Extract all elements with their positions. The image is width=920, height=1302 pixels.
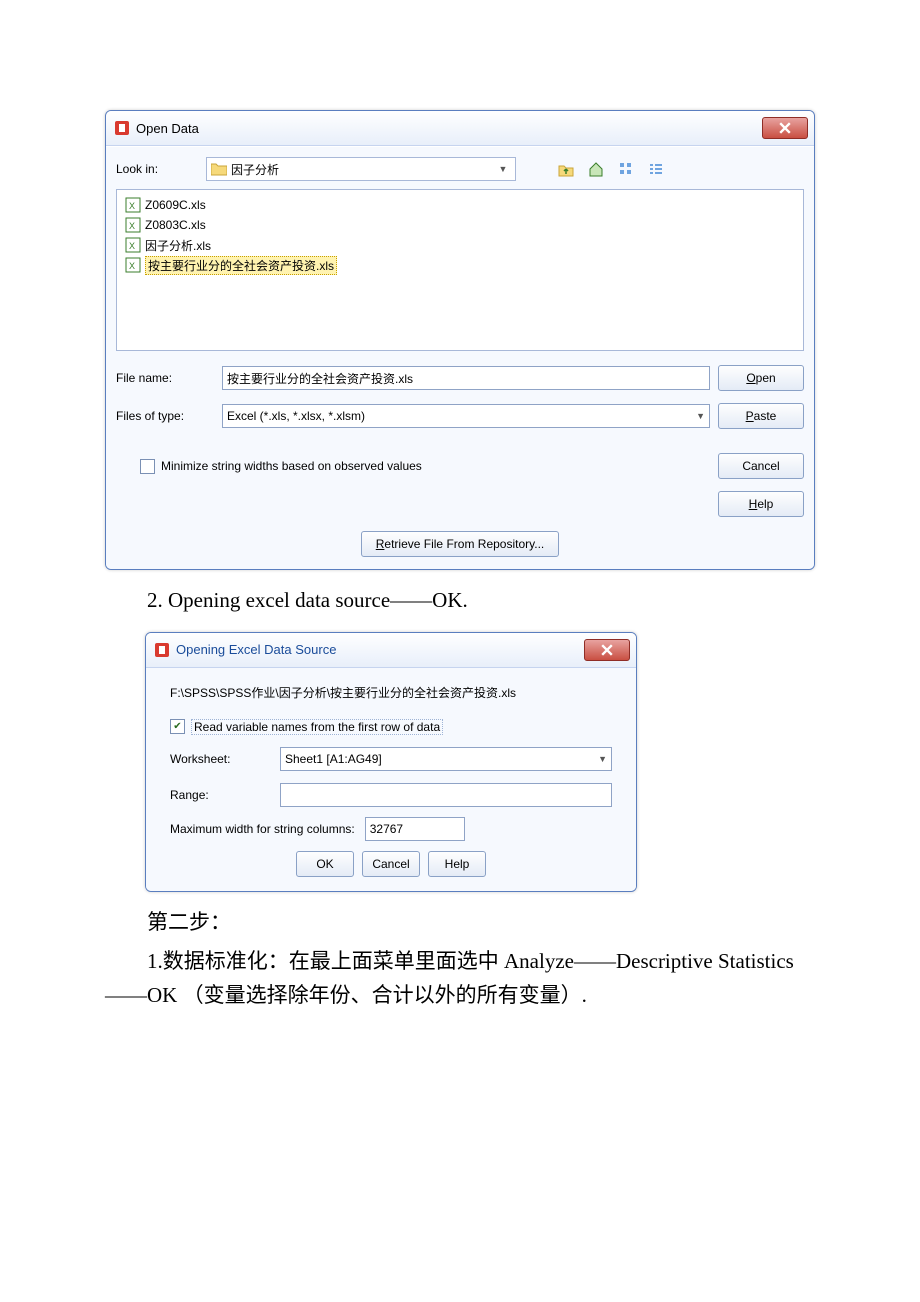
home-icon[interactable]	[584, 157, 608, 181]
file-name-input[interactable]: 按主要行业分的全社会资产投资.xls	[222, 366, 710, 390]
file-name: 因子分析.xls	[145, 237, 211, 254]
svg-text:X: X	[129, 201, 135, 211]
xls-icon: X	[125, 197, 141, 213]
retrieve-button[interactable]: Retrieve File From Repository...	[361, 531, 560, 557]
file-row[interactable]: X Z0609C.xls	[125, 196, 795, 214]
help-button[interactable]: Help	[428, 851, 486, 877]
minimize-checkbox[interactable]	[140, 459, 155, 474]
title-bar: Open Data	[106, 111, 814, 146]
help-button[interactable]: Help	[718, 491, 804, 517]
file-name-value: 按主要行业分的全社会资产投资.xls	[227, 370, 413, 387]
xls-icon: X	[125, 257, 141, 273]
close-button[interactable]	[584, 639, 630, 661]
excel-source-dialog: Opening Excel Data Source F:\SPSS\SPSS作业…	[145, 632, 637, 892]
range-input[interactable]	[280, 783, 612, 807]
file-name-label: File name:	[116, 371, 214, 385]
xls-icon: X	[125, 217, 141, 233]
view-list-icon[interactable]	[644, 157, 668, 181]
file-name: Z0609C.xls	[145, 198, 206, 212]
file-row[interactable]: X Z0803C.xls	[125, 216, 795, 234]
file-type-label: Files of type:	[116, 409, 214, 423]
app-icon	[154, 642, 170, 658]
worksheet-combo[interactable]: Sheet1 [A1:AG49] ▼	[280, 747, 612, 771]
paste-button[interactable]: Paste	[718, 403, 804, 429]
look-in-value: 因子分析	[231, 161, 495, 178]
cancel-button[interactable]: Cancel	[362, 851, 420, 877]
title-bar: Opening Excel Data Source	[146, 633, 636, 668]
worksheet-label: Worksheet:	[170, 752, 280, 766]
app-icon	[114, 120, 130, 136]
file-toolbar	[554, 157, 668, 181]
file-row[interactable]: X 因子分析.xls	[125, 236, 795, 254]
close-button[interactable]	[762, 117, 808, 139]
open-button[interactable]: Open	[718, 365, 804, 391]
open-data-dialog: Open Data Look in: 因子分析 ▼	[105, 110, 815, 570]
svg-text:X: X	[129, 261, 135, 271]
chevron-down-icon: ▼	[589, 754, 607, 764]
file-type-combo[interactable]: Excel (*.xls, *.xlsx, *.xlsm) ▼	[222, 404, 710, 428]
ok-button[interactable]: OK	[296, 851, 354, 877]
file-path: F:\SPSS\SPSS作业\因子分析\按主要行业分的全社会资产投资.xls	[170, 684, 612, 701]
look-in-combo[interactable]: 因子分析 ▼	[206, 157, 516, 181]
file-name: 按主要行业分的全社会资产投资.xls	[145, 256, 337, 275]
chevron-down-icon: ▼	[687, 411, 705, 421]
minimize-label: Minimize string widths based on observed…	[161, 459, 422, 473]
dialog-body: Look in: 因子分析 ▼ X Z06	[106, 146, 814, 569]
maxwidth-input[interactable]: 32767	[365, 817, 465, 841]
dialog-title: Opening Excel Data Source	[176, 642, 584, 657]
maxwidth-label: Maximum width for string columns:	[170, 822, 355, 836]
svg-text:X: X	[129, 241, 135, 251]
paragraph: 1.数据标准化：在最上面菜单里面选中 Analyze——Descriptive …	[105, 945, 815, 1012]
read-vars-label: Read variable names from the first row o…	[191, 719, 443, 735]
dialog-body: F:\SPSS\SPSS作业\因子分析\按主要行业分的全社会资产投资.xls ✔…	[146, 668, 636, 891]
cancel-button[interactable]: Cancel	[718, 453, 804, 479]
read-vars-checkbox[interactable]: ✔	[170, 719, 185, 734]
new-folder-icon[interactable]	[614, 157, 638, 181]
xls-icon: X	[125, 237, 141, 253]
folder-icon	[211, 162, 227, 176]
file-list[interactable]: X Z0609C.xls X Z0803C.xls X 因子分析.xls X 按…	[116, 189, 804, 351]
dialog-title: Open Data	[136, 121, 762, 136]
look-in-label: Look in:	[116, 162, 206, 176]
paragraph: 2. Opening excel data source——OK.	[105, 584, 815, 618]
worksheet-value: Sheet1 [A1:AG49]	[285, 752, 589, 766]
file-name: Z0803C.xls	[145, 218, 206, 232]
paragraph: 第二步：	[105, 906, 815, 940]
file-row[interactable]: X 按主要行业分的全社会资产投资.xls	[125, 256, 795, 274]
chevron-down-icon: ▼	[495, 164, 511, 174]
file-type-value: Excel (*.xls, *.xlsx, *.xlsm)	[227, 409, 687, 423]
maxwidth-value: 32767	[370, 822, 403, 836]
range-label: Range:	[170, 788, 280, 802]
up-folder-icon[interactable]	[554, 157, 578, 181]
svg-text:X: X	[129, 221, 135, 231]
